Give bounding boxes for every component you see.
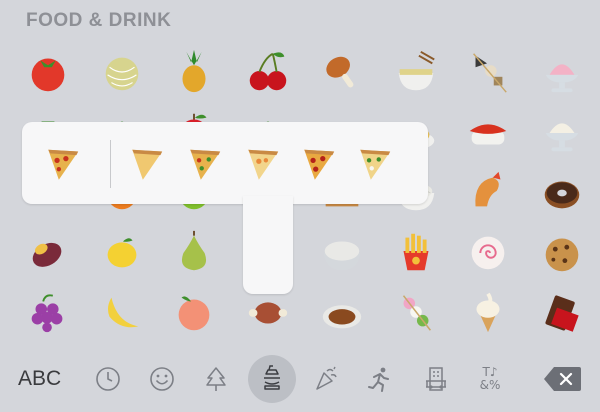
building-icon[interactable] (416, 359, 456, 399)
lemon-emoji[interactable] (90, 222, 154, 282)
food-icon[interactable] (248, 355, 296, 403)
curry-rice-emoji[interactable] (310, 282, 374, 342)
symbols-icon[interactable]: T♪&% (470, 359, 510, 399)
rice-ball-dessert-emoji[interactable] (530, 102, 594, 162)
chocolate-bar-emoji[interactable] (530, 282, 594, 342)
shaved-ice-emoji[interactable] (530, 42, 594, 102)
cherries-emoji[interactable] (236, 42, 300, 102)
pizza-pepperoni-variant[interactable] (292, 132, 350, 194)
abc-key[interactable]: ABC (18, 367, 61, 391)
pizza-plain-variant[interactable] (120, 132, 178, 194)
pineapple-emoji[interactable] (162, 42, 226, 102)
french-fries-emoji[interactable] (384, 222, 448, 282)
sushi-emoji[interactable] (456, 102, 520, 162)
delete-key[interactable] (542, 365, 582, 393)
pizza-pepperoni-green-variant[interactable] (178, 132, 236, 194)
fried-shrimp-emoji[interactable] (456, 162, 520, 222)
variant-divider (110, 140, 111, 188)
fish-cake-emoji[interactable] (456, 222, 520, 282)
cookie-emoji[interactable] (530, 222, 594, 282)
variant-popup-stem (243, 196, 293, 294)
cooked-rice-emoji[interactable] (310, 222, 374, 282)
doughnut-emoji[interactable] (530, 162, 594, 222)
pizza-default-variant[interactable] (36, 132, 94, 194)
party-icon[interactable] (306, 359, 346, 399)
poultry-leg-emoji[interactable] (310, 42, 374, 102)
emoji-keyboard: FOOD & DRINK ABC T♪&% (0, 0, 600, 412)
ice-cream-emoji[interactable] (456, 282, 520, 342)
roasted-sweet-potato-emoji[interactable] (16, 222, 80, 282)
pizza-veggie-variant[interactable] (348, 132, 406, 194)
pizza-cheese-variant[interactable] (236, 132, 294, 194)
symbols-text: T♪&% (479, 364, 501, 392)
runner-icon[interactable] (360, 359, 400, 399)
steaming-bowl-emoji[interactable] (384, 42, 448, 102)
tree-icon[interactable] (196, 359, 236, 399)
grapes-emoji[interactable] (16, 282, 80, 342)
tomato-emoji[interactable] (16, 42, 80, 102)
dango-emoji[interactable] (384, 282, 448, 342)
oden-emoji[interactable] (456, 42, 520, 102)
clock-icon[interactable] (88, 359, 128, 399)
category-bar: ABC T♪&% (0, 345, 600, 412)
smiley-icon[interactable] (142, 359, 182, 399)
pear-emoji[interactable] (162, 222, 226, 282)
peach-emoji[interactable] (162, 282, 226, 342)
melon-emoji[interactable] (90, 42, 154, 102)
banana-emoji[interactable] (90, 282, 154, 342)
